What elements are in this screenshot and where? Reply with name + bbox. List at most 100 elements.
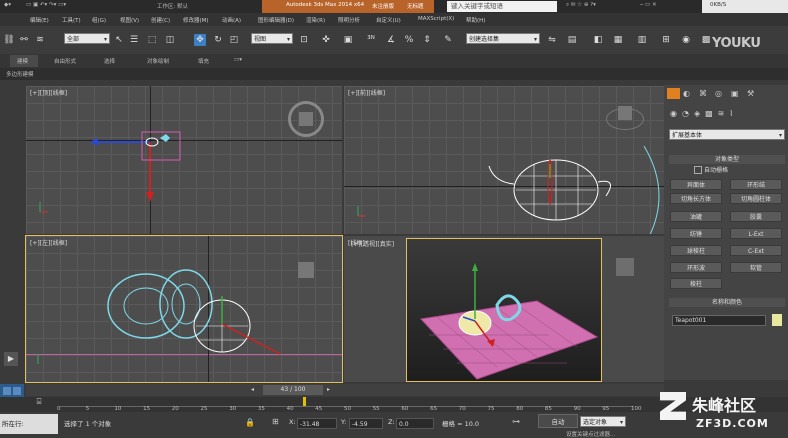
z-coordinate-field[interactable]: 0.0 — [396, 418, 434, 429]
spinner-snap-icon[interactable]: ⇕ — [421, 34, 433, 46]
menu-modifiers[interactable]: 修改器(M) — [183, 16, 209, 24]
next-frame-icon[interactable]: ▸ — [327, 386, 330, 393]
absolute-mode-icon[interactable]: ⊞ — [272, 417, 279, 426]
select-object-icon[interactable]: ↖ — [113, 34, 125, 46]
play-icon[interactable]: ▶ — [4, 352, 18, 366]
unlink-icon[interactable]: ⚯ — [18, 34, 30, 46]
maxscript-listener-label[interactable]: 所在行: — [0, 414, 58, 434]
object-name-field[interactable]: Teapot001 — [672, 315, 766, 326]
named-selection-dropdown[interactable]: 创建选择集 — [466, 33, 540, 45]
btn-l-ext[interactable]: L-Ext — [730, 228, 782, 239]
btn-chamfer-box[interactable]: 切角长方体 — [670, 193, 722, 204]
tab-populate[interactable]: 填充 — [198, 57, 209, 65]
search-input[interactable]: 键入关键字或短语 — [447, 1, 557, 12]
btn-capsule[interactable]: 胶囊 — [730, 211, 782, 222]
workspace-selector[interactable]: 工作区: 默认 — [157, 2, 188, 10]
menu-customize[interactable]: 自定义(U) — [376, 16, 401, 24]
y-coordinate-field[interactable]: -4.59 — [349, 418, 383, 429]
select-and-scale-icon[interactable]: ◰ — [228, 34, 240, 46]
material-editor-icon[interactable]: ◉ — [680, 34, 692, 46]
select-and-rotate-icon[interactable]: ↻ — [212, 34, 224, 46]
btn-hose[interactable]: 软管 — [730, 262, 782, 273]
tab-selection[interactable]: 选择 — [104, 57, 115, 65]
select-by-name-icon[interactable]: ☰ — [128, 34, 140, 46]
select-manipulate-icon[interactable]: ✜ — [320, 34, 332, 46]
btn-chamfer-cyl[interactable]: 切角圆柱体 — [730, 193, 782, 204]
menu-tools[interactable]: 工具(T) — [62, 16, 81, 24]
time-slider[interactable]: 43 / 100 ◂ ▸ — [26, 384, 664, 396]
btn-ringwave[interactable]: 环形波 — [670, 262, 722, 273]
selection-filter-dropdown[interactable]: 全部 — [64, 33, 110, 45]
render-setup-icon[interactable]: ▩ — [700, 34, 712, 46]
graphite-tools-icon[interactable]: ▦ — [612, 34, 624, 46]
reference-coordinate-dropdown[interactable]: 视图 — [251, 33, 293, 45]
pivot-center-icon[interactable]: ⊡ — [298, 34, 310, 46]
help-icons[interactable]: ⌕ ✉ ☆ ⊕ ?▾ — [566, 2, 596, 9]
polygon-modeling-label[interactable]: 多边形建模 — [6, 70, 34, 78]
window-crossing-icon[interactable]: ◫ — [164, 34, 176, 46]
btn-torus-knot[interactable]: 环形结 — [730, 179, 782, 190]
viewport-front[interactable]: [+][前][线框] — [344, 86, 664, 234]
prev-frame-icon[interactable]: ◂ — [251, 386, 254, 393]
viewcube-left[interactable] — [298, 262, 314, 278]
rollout-object-type[interactable]: 对象类型 — [669, 155, 785, 164]
menu-graph-editors[interactable]: 图形编辑器(D) — [258, 16, 294, 24]
menu-create[interactable]: 创建(C) — [151, 16, 170, 24]
object-color-swatch[interactable] — [772, 314, 782, 326]
x-coordinate-field[interactable]: -31.48 — [297, 418, 337, 429]
bind-space-warp-icon[interactable]: ≋ — [34, 34, 46, 46]
quick-access-icons[interactable]: ▭ ▣ ↶▾ ↷▾ ▭▾ — [26, 2, 66, 8]
btn-c-ext[interactable]: C-Ext — [730, 245, 782, 256]
btn-spindle[interactable]: 纺锤 — [670, 228, 722, 239]
layer-manager-icon[interactable]: ◧ — [592, 34, 604, 46]
window-controls[interactable]: ─ ▭ ✕ — [640, 2, 657, 8]
menu-rendering[interactable]: 渲染(R) — [306, 16, 325, 24]
object-category-dropdown[interactable]: 扩展基本体 — [669, 129, 785, 141]
btn-oiltank[interactable]: 油罐 — [670, 211, 722, 222]
keyboard-shortcut-icon[interactable]: ▣ — [342, 34, 354, 46]
viewport-top[interactable]: [+][顶][线框] — [26, 86, 342, 234]
snaps-toggle-icon[interactable]: ³ᴺ — [365, 34, 377, 46]
btn-prism[interactable]: 棱柱 — [670, 278, 722, 289]
lock-selection-icon[interactable]: 🔒 — [245, 418, 255, 427]
viewport-left[interactable]: [+][左][线框] — [25, 235, 343, 383]
create-category-icons[interactable]: ◉◔◈▩≋⌇ — [670, 109, 786, 121]
create-tab-icon[interactable] — [667, 88, 680, 99]
tab-freeform[interactable]: 自由形式 — [54, 57, 76, 65]
mirror-icon[interactable]: ⇋ — [546, 34, 558, 46]
display-tab-icon[interactable]: ▣ — [731, 89, 739, 98]
modify-tab-icon[interactable]: ◐ — [683, 89, 690, 98]
rollout-name-and-color[interactable]: 名称和颜色 — [669, 298, 785, 307]
menu-maxscript[interactable]: MAXScript(X) — [418, 16, 454, 22]
menu-animation[interactable]: 动画(A) — [222, 16, 241, 24]
auto-grid-checkbox[interactable] — [694, 166, 702, 174]
viewcube-top[interactable] — [288, 101, 324, 137]
ribbon-options-icon[interactable]: ▭▾ — [234, 57, 242, 63]
angle-snap-icon[interactable]: ∡ — [385, 34, 397, 46]
auto-key-button[interactable]: 自动 — [538, 414, 578, 428]
menu-views[interactable]: 视图(V) — [120, 16, 139, 24]
motion-tab-icon[interactable]: ◎ — [715, 89, 722, 98]
menu-lighting-analysis[interactable]: 照明分析 — [338, 16, 360, 24]
key-filter-dropdown[interactable]: 选定对象 — [580, 416, 626, 428]
btn-gengon[interactable]: 球棱柱 — [670, 245, 722, 256]
tab-object-paint[interactable]: 对象绘制 — [147, 57, 169, 65]
hierarchy-tab-icon[interactable]: ⌘ — [699, 89, 707, 98]
link-icon[interactable]: ⛓ — [3, 34, 15, 46]
schematic-view-icon[interactable]: ⊞ — [660, 34, 672, 46]
align-icon[interactable]: ▤ — [566, 34, 578, 46]
viewcube-perspective[interactable] — [616, 258, 634, 276]
menu-help[interactable]: 帮助(H) — [466, 16, 485, 24]
tab-modeling[interactable]: 建模 — [17, 57, 28, 65]
viewport-perspective[interactable]: [线框] [+][透视][真实] — [344, 236, 664, 382]
time-slider-thumb[interactable]: 43 / 100 — [263, 385, 323, 395]
mini-curve-editor-icon[interactable]: ⌸ — [30, 397, 48, 412]
rectangular-selection-icon[interactable]: ⬚ — [146, 34, 158, 46]
curve-editor-icon[interactable]: ▥ — [636, 34, 648, 46]
select-and-move-icon[interactable]: ✥ — [194, 34, 206, 46]
app-logo-icon[interactable]: ◆▾ — [4, 2, 11, 8]
edit-named-selection-icon[interactable]: ✎ — [442, 34, 454, 46]
menu-group[interactable]: 组(G) — [92, 16, 106, 24]
btn-hedra[interactable]: 异面体 — [670, 179, 722, 190]
percent-snap-icon[interactable]: % — [403, 34, 415, 46]
